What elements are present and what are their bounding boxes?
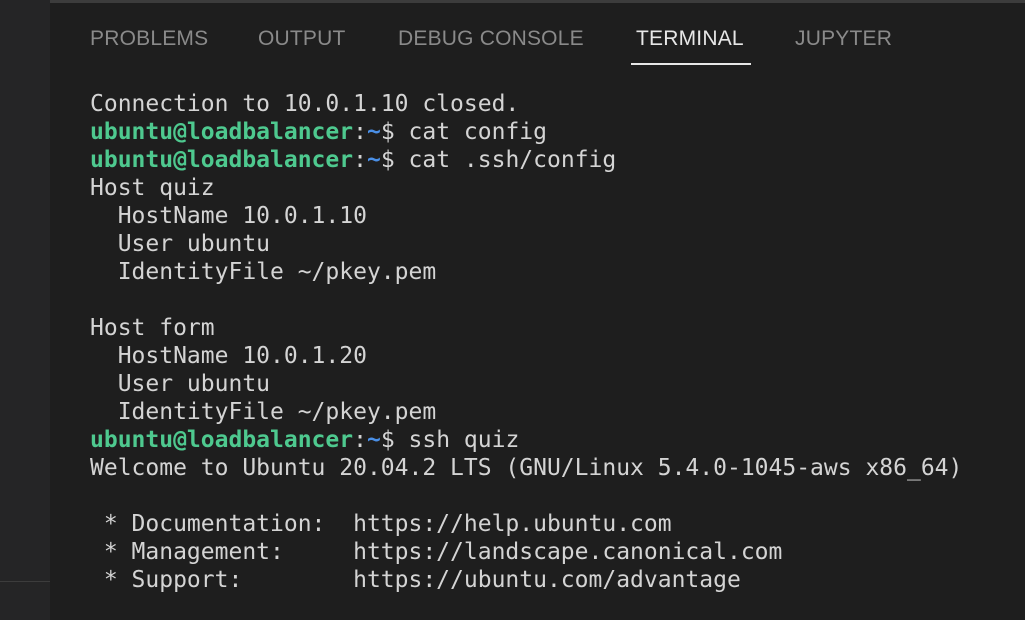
output-text: Connection to 10.0.1.10 closed. <box>90 91 520 117</box>
prompt-user: ubuntu@loadbalancer <box>90 119 354 145</box>
terminal-output-line: HostName 10.0.1.10 <box>90 202 1020 230</box>
tab-output[interactable]: OUTPUT <box>258 27 346 51</box>
output-text: User ubuntu <box>90 371 271 397</box>
output-text: * Support: https://ubuntu.com/advantage <box>90 567 741 593</box>
terminal-output-line: Connection to 10.0.1.10 closed. <box>90 90 1020 118</box>
terminal-output-line: HostName 10.0.1.20 <box>90 342 1020 370</box>
terminal-output-line: Host form <box>90 314 1020 342</box>
terminal-prompt-line: ubuntu@loadbalancer:~$ ssh quiz <box>90 426 1020 454</box>
tab-debug-console[interactable]: DEBUG CONSOLE <box>398 27 584 51</box>
output-text: HostName 10.0.1.20 <box>90 343 367 369</box>
output-text: * Documentation: https://help.ubuntu.com <box>90 511 672 537</box>
command-text: ssh quiz <box>408 427 520 453</box>
terminal-output-line: Welcome to Ubuntu 20.04.2 LTS (GNU/Linux… <box>90 454 1020 482</box>
terminal-output-line: IdentityFile ~/pkey.pem <box>90 258 1020 286</box>
terminal-prompt-line: ubuntu@loadbalancer:~$ cat config <box>90 118 1020 146</box>
prompt-path: ~ <box>366 147 381 173</box>
tab-terminal[interactable]: TERMINAL <box>636 27 744 51</box>
output-text: IdentityFile ~/pkey.pem <box>90 399 437 425</box>
terminal-output-line: * Documentation: https://help.ubuntu.com <box>90 510 1020 538</box>
output-text: * Management: https://landscape.canonica… <box>90 539 783 565</box>
output-text: Host quiz <box>90 175 215 201</box>
prompt-symbol: $ <box>380 147 409 173</box>
prompt-user: ubuntu@loadbalancer <box>90 427 354 453</box>
left-divider <box>0 581 50 582</box>
prompt-separator: : <box>353 427 367 453</box>
output-text: Host form <box>90 315 215 341</box>
prompt-path: ~ <box>366 427 381 453</box>
terminal-output-line: * Management: https://landscape.canonica… <box>90 538 1020 566</box>
terminal-prompt-line: ubuntu@loadbalancer:~$ cat .ssh/config <box>90 146 1020 174</box>
terminal-output-line: User ubuntu <box>90 230 1020 258</box>
prompt-symbol: $ <box>380 427 409 453</box>
terminal-output-line: Host quiz <box>90 174 1020 202</box>
terminal-output[interactable]: Connection to 10.0.1.10 closed. ubuntu@lo… <box>90 90 1020 594</box>
terminal-output-line: User ubuntu <box>90 370 1020 398</box>
tab-jupyter[interactable]: JUPYTER <box>795 27 892 51</box>
command-text: cat .ssh/config <box>408 147 617 173</box>
output-text: IdentityFile ~/pkey.pem <box>90 259 437 285</box>
output-text: HostName 10.0.1.10 <box>90 203 367 229</box>
panel-tab-bar: PROBLEMS OUTPUT DEBUG CONSOLE TERMINAL J… <box>50 0 1025 70</box>
command-text: cat config <box>408 119 548 145</box>
prompt-separator: : <box>353 119 367 145</box>
active-tab-indicator <box>631 63 751 65</box>
editor-left-area <box>0 0 50 620</box>
terminal-output-line: * Support: https://ubuntu.com/advantage <box>90 566 1020 594</box>
prompt-path: ~ <box>366 119 381 145</box>
prompt-separator: : <box>353 147 367 173</box>
bottom-panel: PROBLEMS OUTPUT DEBUG CONSOLE TERMINAL J… <box>50 0 1025 620</box>
output-text: Welcome to Ubuntu 20.04.2 LTS (GNU/Linux… <box>90 455 963 481</box>
output-text: User ubuntu <box>90 231 271 257</box>
terminal-output-line: IdentityFile ~/pkey.pem <box>90 398 1020 426</box>
prompt-user: ubuntu@loadbalancer <box>90 147 354 173</box>
tab-problems[interactable]: PROBLEMS <box>90 27 208 51</box>
prompt-symbol: $ <box>380 119 409 145</box>
